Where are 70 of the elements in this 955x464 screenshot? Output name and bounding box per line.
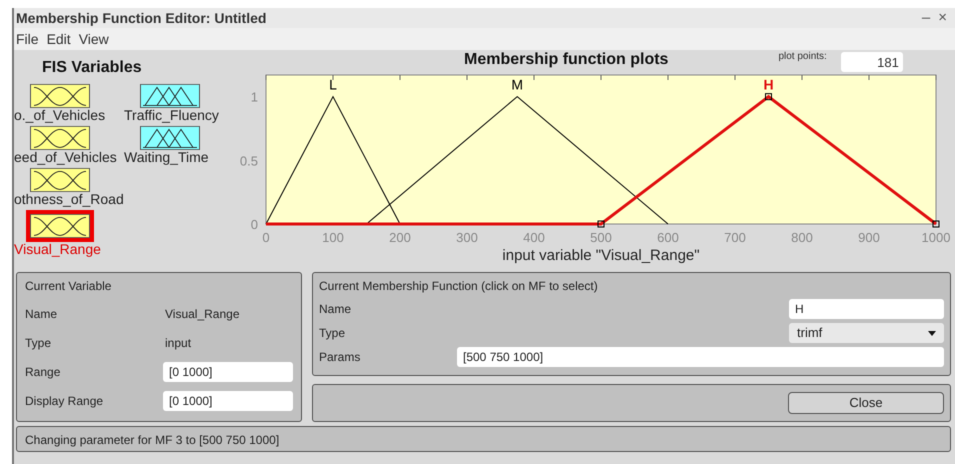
text-field[interactable]: [500 750 1000]	[457, 347, 944, 367]
x-tick-label: 0	[262, 230, 270, 245]
triangles-icon	[140, 126, 200, 150]
window-title: Membership Function Editor: Untitled	[16, 8, 266, 28]
panel-title: Current Membership Function (click on MF to select)	[319, 278, 599, 295]
x-axis-label: input variable "Visual_Range"	[502, 247, 700, 264]
text-field[interactable]: [0 1000]	[163, 362, 293, 382]
variable-label: Visual_Range	[14, 242, 101, 257]
x-tick-label: 600	[657, 230, 679, 245]
type-dropdown[interactable]: trimf	[789, 323, 944, 343]
variable-button[interactable]	[30, 126, 90, 150]
variable-label: othness_of_Road	[14, 192, 124, 207]
menu-item[interactable]: View	[78, 28, 109, 50]
variable-button[interactable]	[30, 168, 90, 192]
curves-icon	[30, 126, 90, 150]
variable-label: o._of_Vehicles	[14, 108, 106, 123]
field-label: Type	[25, 335, 52, 352]
caret-icon	[928, 330, 936, 336]
field-label: Range	[25, 364, 62, 381]
status-text: Changing parameter for MF 3 to [500 750 1000]	[25, 433, 280, 447]
text-field[interactable]: [0 1000]	[163, 391, 293, 411]
plot-title: Membership function plots	[464, 50, 668, 70]
panel-title: Current Variable	[25, 278, 112, 295]
variable-button[interactable]	[30, 84, 90, 108]
membership-line[interactable]	[266, 96, 400, 224]
x-tick-label: 500	[590, 230, 612, 245]
x-tick-label: 200	[389, 230, 411, 245]
variable-label: Traffic_Fluency	[124, 108, 219, 123]
triangles-icon	[140, 84, 200, 108]
field-value: input	[165, 335, 192, 352]
plot-points-label: plot points:	[778, 50, 827, 64]
variable-button[interactable]	[26, 210, 94, 242]
x-tick-label: 100	[322, 230, 344, 245]
handle-icon[interactable]	[765, 93, 772, 100]
plot-points-field[interactable]: 181	[840, 52, 903, 72]
y-tick-label: 0	[250, 217, 258, 232]
curves-icon	[30, 214, 90, 238]
close-button[interactable]: ×	[938, 6, 947, 30]
mf-label: L	[329, 76, 337, 93]
field-label: Params	[319, 349, 362, 366]
handle-icon[interactable]	[932, 220, 940, 228]
field-label: Name	[25, 306, 58, 323]
y-tick-label: 1	[250, 90, 258, 105]
y-tick-label: 0.5	[240, 153, 258, 168]
curves-icon	[30, 84, 90, 108]
variable-button[interactable]	[140, 126, 200, 150]
text-field[interactable]: H	[789, 299, 944, 319]
x-tick-label: 700	[724, 230, 746, 245]
close-button[interactable]: Close	[788, 392, 944, 414]
minimize-button[interactable]: –	[922, 6, 930, 30]
variable-label: eed_of_Vehicles	[14, 150, 117, 165]
menu-item[interactable]: File	[16, 28, 39, 50]
x-tick-label: 400	[523, 230, 545, 245]
x-tick-label: 800	[791, 230, 813, 245]
menu-item[interactable]: Edit	[46, 28, 71, 50]
mf-label: H	[763, 76, 774, 93]
variable-button[interactable]	[140, 84, 200, 108]
handle-icon[interactable]	[598, 220, 604, 228]
x-tick-label: 300	[456, 230, 478, 245]
panel-title: FIS Variables	[42, 58, 142, 78]
field-label: Display Range	[25, 393, 104, 410]
field-value: Visual_Range	[165, 306, 240, 323]
membership-line[interactable]	[366, 96, 668, 224]
field-label: Type	[319, 325, 346, 342]
mf-label: M	[511, 76, 524, 93]
field-label: Name	[319, 301, 352, 318]
x-tick-label: 900	[858, 230, 880, 245]
curves-icon	[30, 168, 90, 192]
x-tick-label: 1000	[922, 230, 950, 245]
variable-label: Waiting_Time	[124, 150, 209, 165]
